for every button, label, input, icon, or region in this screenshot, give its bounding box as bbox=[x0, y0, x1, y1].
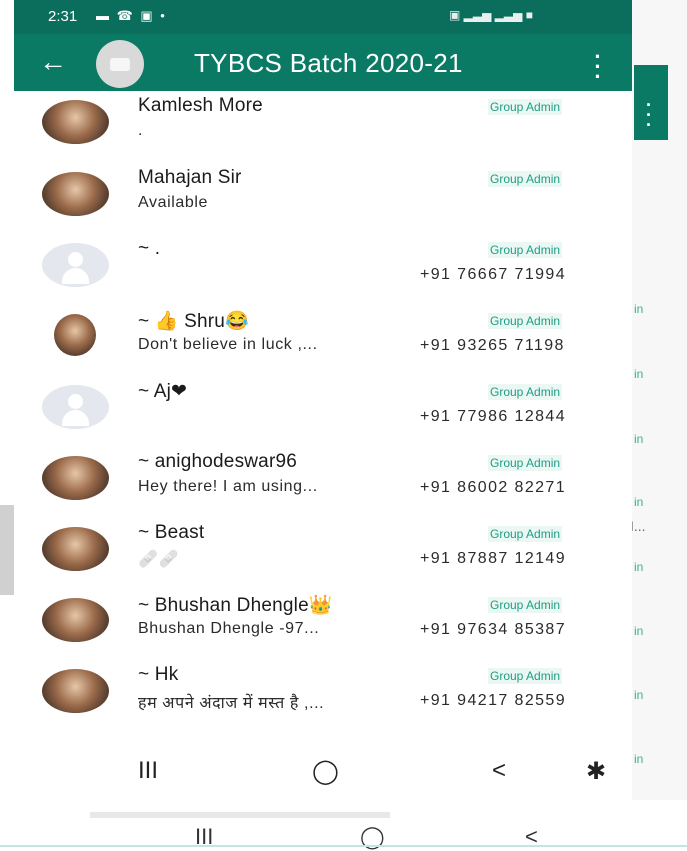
participant-name: ~ Bhushan Dhengle👑 bbox=[138, 595, 333, 616]
notification-icons: ▬ ☎ ▣ • bbox=[96, 8, 167, 23]
back-arrow-icon[interactable]: ← bbox=[36, 45, 70, 79]
participant-phone: +91 97634 85387 bbox=[420, 621, 567, 638]
participant-about: Hey there! I am using... bbox=[138, 478, 318, 495]
participant-about: 🩹🩹 bbox=[138, 551, 180, 568]
accessibility-icon[interactable]: ✱ bbox=[586, 757, 606, 786]
group-admin-badge: Group Admin bbox=[488, 313, 563, 329]
group-admin-badge: Group Admin bbox=[488, 455, 563, 471]
participant-name: ~ Aj❤ bbox=[138, 381, 188, 402]
background-in-label: in bbox=[634, 302, 644, 316]
participant-avatar[interactable] bbox=[42, 456, 109, 500]
participant-row[interactable]: Mahajan Sir Group Admin Available bbox=[14, 163, 632, 234]
bottom-divider bbox=[0, 845, 687, 847]
participant-about: . bbox=[138, 122, 144, 139]
participant-row[interactable]: Kamlesh More Group Admin. bbox=[14, 91, 632, 162]
outer-navigation-bar: III ◯ < bbox=[0, 800, 687, 851]
app-bar: ← TYBCS Batch 2020-21 · · · bbox=[14, 34, 632, 91]
participant-phone: +91 93265 71198 bbox=[420, 337, 565, 354]
group-placeholder-icon bbox=[110, 58, 130, 71]
background-in-label: in bbox=[634, 752, 644, 766]
group-admin-badge: Group Admin bbox=[488, 597, 563, 613]
signal-battery-icons: ▣ ▂▃▅ ▂▃▅ ■ bbox=[449, 8, 533, 22]
participant-avatar[interactable] bbox=[42, 669, 109, 713]
back-button[interactable]: < bbox=[492, 757, 506, 785]
participant-avatar[interactable] bbox=[42, 100, 109, 144]
participant-row[interactable]: ~ anighodeswar96 Group Admin Hey there! I … bbox=[14, 447, 632, 518]
default-avatar-icon[interactable] bbox=[42, 385, 109, 429]
group-avatar[interactable] bbox=[96, 40, 144, 88]
recents-button[interactable]: III bbox=[138, 757, 158, 785]
background-in-label: in bbox=[634, 688, 644, 702]
participant-name: ~ Beast bbox=[138, 522, 205, 543]
participant-about: हम अपने अंदाज में मस्त है ,... bbox=[138, 695, 325, 712]
participant-phone: +91 94217 82559 bbox=[420, 692, 567, 709]
participant-name: ~ 👍 Shru😂 bbox=[138, 311, 249, 332]
background-in-label: in bbox=[634, 560, 644, 574]
group-admin-badge: Group Admin bbox=[488, 526, 563, 542]
background-in-label: in bbox=[634, 624, 644, 638]
background-in-label: in bbox=[634, 367, 644, 381]
group-admin-badge: Group Admin bbox=[488, 668, 563, 684]
participant-name: Mahajan Sir bbox=[138, 167, 242, 188]
participant-row[interactable]: ~ 👍 Shru😂 Group Admin Don't believe in luc… bbox=[14, 305, 632, 376]
participant-row[interactable]: ~ Aj❤ Group Admin +91 77986 12844 bbox=[14, 376, 632, 447]
participant-row[interactable]: ~ Beast Group Admin 🩹🩹 +91 87887 12149 bbox=[14, 518, 632, 589]
home-button[interactable]: ◯ bbox=[312, 757, 339, 786]
group-admin-badge: Group Admin bbox=[488, 171, 563, 187]
participant-name: ~ Hk bbox=[138, 664, 179, 685]
group-admin-badge: Group Admin bbox=[488, 384, 563, 400]
group-title[interactable]: TYBCS Batch 2020-21 bbox=[194, 48, 463, 79]
participant-row[interactable]: ~ Bhushan Dhengle👑 Group Admin Bhushan Dhe… bbox=[14, 589, 632, 660]
participant-row[interactable]: ~ . Group Admin +91 76667 71994 bbox=[14, 234, 632, 305]
participant-phone: +91 86002 82271 bbox=[420, 479, 567, 496]
participant-name: ~ . bbox=[138, 238, 161, 259]
background-edge bbox=[0, 505, 14, 595]
default-avatar-icon[interactable] bbox=[42, 243, 109, 287]
participant-avatar[interactable] bbox=[54, 314, 96, 356]
participant-about: Available bbox=[138, 194, 209, 211]
group-admin-badge: Group Admin bbox=[488, 242, 563, 258]
background-menu-icon: · · · bbox=[646, 95, 652, 135]
participant-avatar[interactable] bbox=[42, 172, 109, 216]
participant-avatar[interactable] bbox=[42, 527, 109, 571]
participant-phone: +91 87887 12149 bbox=[420, 550, 567, 567]
participant-phone: +91 76667 71994 bbox=[420, 266, 567, 283]
faded-row bbox=[90, 812, 390, 818]
phone-screen: 2:31 ▬ ☎ ▣ • ▣ ▂▃▅ ▂▃▅ ■ ← TYBCS Batch 2… bbox=[14, 0, 632, 800]
participant-name: Kamlesh More bbox=[138, 95, 263, 116]
background-screen: · · · in in in in in in in in I... bbox=[630, 0, 687, 851]
group-admin-badge: Group Admin bbox=[488, 99, 563, 115]
participant-name: ~ anighodeswar96 bbox=[138, 451, 298, 472]
more-options-icon[interactable]: · · · bbox=[588, 46, 608, 88]
participant-about: Don't believe in luck ,... bbox=[138, 336, 318, 353]
participant-about: Bhushan Dhengle -97... bbox=[138, 620, 320, 637]
background-ellipsis: I... bbox=[630, 518, 646, 534]
participant-avatar[interactable] bbox=[42, 598, 109, 642]
background-in-label: in bbox=[634, 432, 644, 446]
system-navigation-bar: III ◯ < ✱ bbox=[14, 745, 632, 800]
background-in-label: in bbox=[634, 495, 644, 509]
participant-row[interactable]: ~ Hk Group Admin हम अपने अंदाज में मस्त है… bbox=[14, 660, 632, 731]
status-time: 2:31 bbox=[48, 8, 78, 25]
participant-phone: +91 77986 12844 bbox=[420, 408, 567, 425]
status-bar: 2:31 ▬ ☎ ▣ • ▣ ▂▃▅ ▂▃▅ ■ bbox=[14, 0, 632, 34]
